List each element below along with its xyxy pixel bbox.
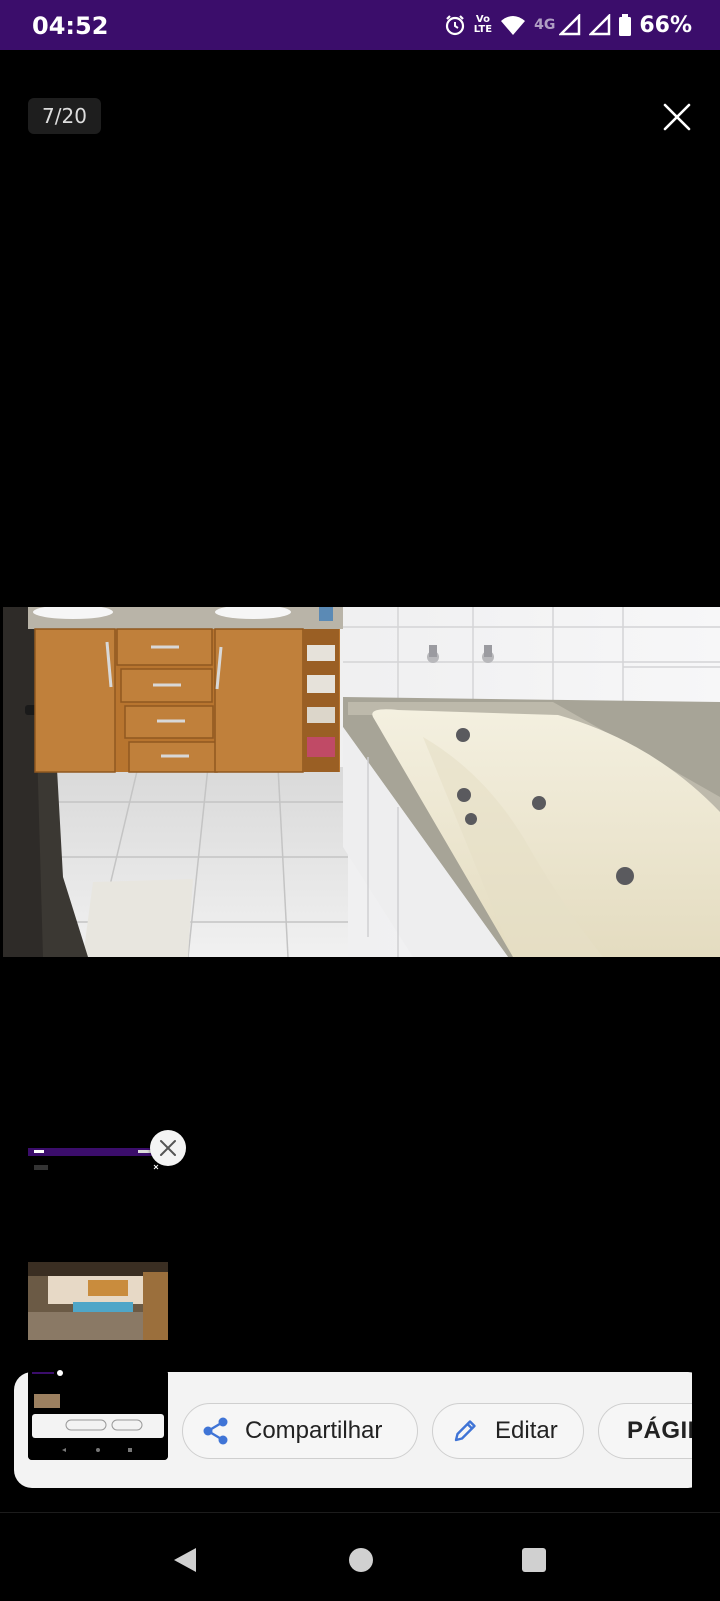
back-icon[interactable] <box>172 1546 198 1574</box>
signal-icon <box>559 14 581 36</box>
preview-thumbnail-pool[interactable] <box>28 1262 168 1340</box>
home-icon[interactable] <box>348 1546 374 1574</box>
recents-icon[interactable] <box>521 1546 547 1574</box>
share-icon <box>203 1417 228 1445</box>
image-counter: 7/20 <box>28 98 101 134</box>
volte-icon: Vo LTE <box>474 15 492 35</box>
wifi-icon <box>501 16 526 35</box>
close-icon <box>160 1140 176 1156</box>
status-icons: Vo LTE 4G 66% <box>444 10 692 40</box>
share-button[interactable]: Compartilhar <box>182 1403 418 1459</box>
toolbar-edge <box>692 1372 720 1488</box>
edit-label: Editar <box>495 1417 558 1444</box>
alarm-icon <box>445 15 464 36</box>
signal-icon <box>589 14 611 36</box>
status-bar: 04:52 Vo LTE 4G 66% <box>0 0 720 50</box>
volte-bottom: LTE <box>473 24 493 35</box>
preview-close-button[interactable] <box>150 1130 186 1166</box>
network-type: 4G <box>534 17 556 33</box>
screenshot-preview-statusbar[interactable] <box>28 1148 168 1184</box>
close-icon[interactable] <box>660 100 694 134</box>
edit-button[interactable]: Editar <box>432 1403 584 1459</box>
preview-thumbnail-screenshot[interactable] <box>28 1370 168 1460</box>
bathroom-photo[interactable] <box>3 607 720 957</box>
pencil-icon <box>454 1420 476 1442</box>
battery-icon <box>619 14 632 36</box>
share-label: Compartilhar <box>245 1417 383 1444</box>
battery-percent: 66% <box>639 12 692 38</box>
status-time: 04:52 <box>32 12 109 40</box>
